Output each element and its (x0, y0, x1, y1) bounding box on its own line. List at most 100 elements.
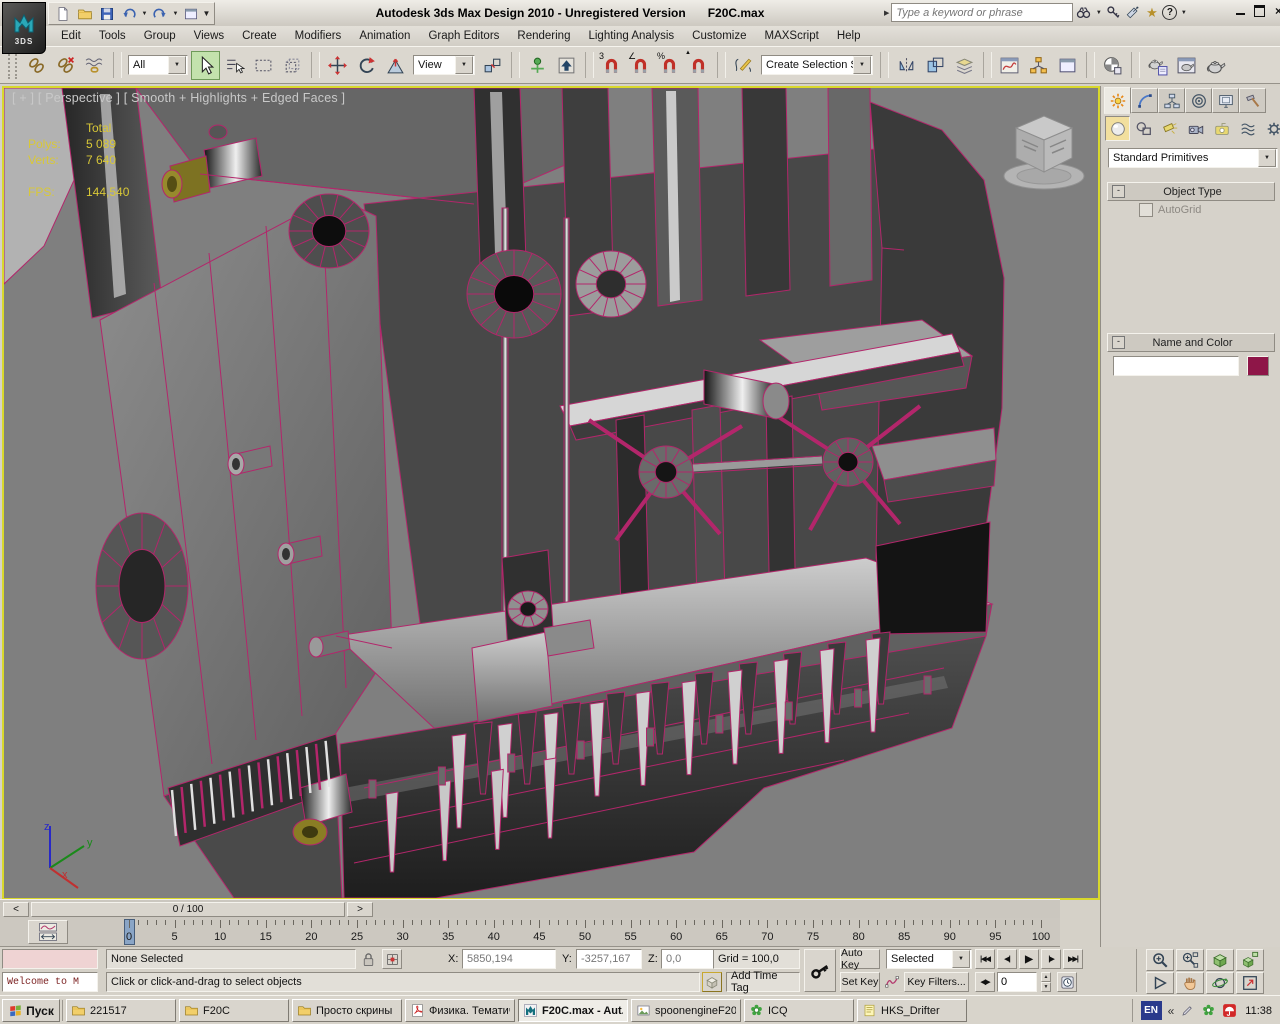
select-by-name-button[interactable] (220, 51, 249, 80)
layer-manager-button[interactable] (950, 51, 979, 80)
absolute-offset-mode-icon[interactable] (382, 949, 402, 969)
category-lights[interactable] (1157, 116, 1182, 141)
key-filters-button[interactable]: Key Filters... (904, 972, 969, 992)
set-key-button[interactable]: Set Key (840, 972, 880, 992)
align-button[interactable] (921, 51, 950, 80)
tab-utilities[interactable] (1239, 88, 1266, 113)
use-pivot-point-center-button[interactable] (478, 51, 507, 80)
default-in-out-tangents-icon[interactable] (883, 972, 901, 992)
infocenter-arrow-icon[interactable]: ▶ (884, 9, 889, 17)
category-cameras[interactable] (1183, 116, 1208, 141)
go-to-end-button[interactable]: ▶▶| (1063, 949, 1083, 969)
next-frame-slider-button[interactable]: > (347, 902, 373, 917)
undo-dropdown-icon[interactable]: ▼ (140, 11, 149, 17)
snaps-toggle-button[interactable]: 3 (597, 51, 626, 80)
help-icon[interactable]: ? (1162, 5, 1177, 20)
taskbar-task-f20c[interactable]: F20C (179, 999, 289, 1022)
taskbar-task-icq[interactable]: ICQ (744, 999, 854, 1022)
zoom-all-button[interactable] (1176, 949, 1204, 971)
unlink-selection-button[interactable] (51, 51, 80, 80)
subscription-key-icon[interactable] (1105, 4, 1122, 21)
project-folder-icon[interactable] (180, 5, 202, 23)
angle-snap-toggle-button[interactable]: ∠ (626, 51, 655, 80)
maxscript-mini-listener[interactable]: Welcome to M (2, 972, 98, 992)
named-selection-sets-dropdown[interactable]: Create Selection Se▼ (761, 55, 873, 75)
redo-icon[interactable] (149, 5, 171, 23)
rectangular-selection-region-button[interactable] (249, 51, 278, 80)
taskbar-task-просто-скрины[interactable]: Просто скрины (292, 999, 402, 1022)
select-object-button[interactable] (191, 51, 220, 80)
search-input[interactable] (891, 3, 1073, 22)
previous-frame-button[interactable]: ◀| (997, 949, 1017, 969)
zoom-region-button[interactable] (1146, 972, 1174, 994)
tray-icq-icon[interactable] (1201, 1003, 1216, 1018)
select-and-link-button[interactable] (22, 51, 51, 80)
favorites-star-icon[interactable]: ★ (1143, 4, 1160, 21)
open-file-icon[interactable] (74, 5, 96, 23)
bind-to-space-warp-button[interactable] (80, 51, 109, 80)
mini-curve-editor-button[interactable] (28, 920, 68, 944)
undo-icon[interactable] (118, 5, 140, 23)
menu-graph-editors[interactable]: Graph Editors (419, 28, 508, 44)
schematic-view-button[interactable] (1053, 51, 1082, 80)
menu-edit[interactable]: Edit (52, 28, 90, 44)
language-indicator[interactable]: EN (1141, 1001, 1162, 1020)
render-setup-button[interactable] (1143, 51, 1172, 80)
edit-named-selection-sets-button[interactable] (729, 51, 758, 80)
zoom-button[interactable] (1146, 949, 1174, 971)
selection-lock-icon[interactable] (360, 951, 377, 968)
percent-snap-toggle-button[interactable]: % (655, 51, 684, 80)
category-geometry[interactable] (1105, 116, 1130, 141)
select-and-rotate-button[interactable] (352, 51, 381, 80)
taskbar-task-hks-drifter[interactable]: HKS_Drifter (857, 999, 967, 1022)
pan-button[interactable] (1176, 972, 1204, 994)
key-mode-toggle-button[interactable]: ◀▶ (975, 972, 995, 992)
graph-editors-button[interactable] (995, 51, 1024, 80)
curve-editor-button[interactable] (1024, 51, 1053, 80)
x-coordinate-field[interactable]: 5850,194 (462, 949, 556, 969)
menu-lighting-analysis[interactable]: Lighting Analysis (579, 28, 683, 44)
taskbar-task-физика-тематич-[interactable]: Физика. Тематич... (405, 999, 515, 1022)
collapse-icon[interactable]: - (1112, 336, 1125, 349)
object-color-swatch[interactable] (1247, 356, 1269, 376)
collapse-icon[interactable]: - (1112, 185, 1125, 198)
tab-modify[interactable] (1131, 88, 1158, 113)
time-slider-thumb[interactable]: 0 / 100 (31, 902, 345, 917)
select-and-manipulate-button[interactable] (523, 51, 552, 80)
orbit-button[interactable] (1206, 972, 1234, 994)
next-frame-button[interactable]: |▶ (1041, 949, 1061, 969)
save-file-icon[interactable] (96, 5, 118, 23)
menu-customize[interactable]: Customize (683, 28, 755, 44)
menu-tools[interactable]: Tools (90, 28, 135, 44)
menu-rendering[interactable]: Rendering (508, 28, 579, 44)
category-shapes[interactable] (1131, 116, 1156, 141)
new-scene-icon[interactable] (52, 5, 74, 23)
taskbar-task-221517[interactable]: 221517 (66, 999, 176, 1022)
previous-frame-slider-button[interactable]: < (3, 902, 29, 917)
taskbar-task-f20c-max-aut-[interactable]: F20C.max - Aut... (518, 999, 628, 1022)
key-mode-dropdown[interactable]: Selected▼ (886, 949, 972, 969)
rendered-frame-window-button[interactable] (1172, 51, 1201, 80)
menu-create[interactable]: Create (233, 28, 286, 44)
tab-hierarchy[interactable] (1158, 88, 1185, 113)
subcategory-dropdown[interactable]: Standard Primitives▼ (1108, 148, 1278, 168)
name-color-rollout-header[interactable]: - Name and Color (1107, 333, 1275, 352)
tab-create[interactable] (1104, 87, 1131, 114)
application-menu-button[interactable]: 3DS (2, 2, 46, 54)
tab-display[interactable] (1212, 88, 1239, 113)
material-editor-button[interactable] (1098, 51, 1127, 80)
perspective-viewport[interactable]: [ + ] [ Perspective ] [ Smooth + Highlig… (2, 86, 1100, 900)
time-configuration-button[interactable] (1057, 972, 1077, 992)
reference-coordinate-system-dropdown[interactable]: View▼ (413, 55, 475, 75)
render-production-button[interactable] (1201, 51, 1230, 80)
start-button[interactable]: Пуск (2, 999, 60, 1022)
y-coordinate-field[interactable]: -3257,167 (576, 949, 642, 969)
zoom-extents-all-button[interactable] (1236, 949, 1264, 971)
category-space-warps[interactable] (1235, 116, 1260, 141)
restore-button[interactable] (1253, 4, 1266, 17)
window-crossing-toggle-button[interactable] (278, 51, 307, 80)
keyboard-shortcut-override-button[interactable] (552, 51, 581, 80)
set-keys-button[interactable] (804, 949, 836, 992)
track-bar[interactable]: 0510152025303540455055606570758085909510… (0, 918, 1060, 947)
menu-help[interactable]: Help (828, 28, 870, 44)
